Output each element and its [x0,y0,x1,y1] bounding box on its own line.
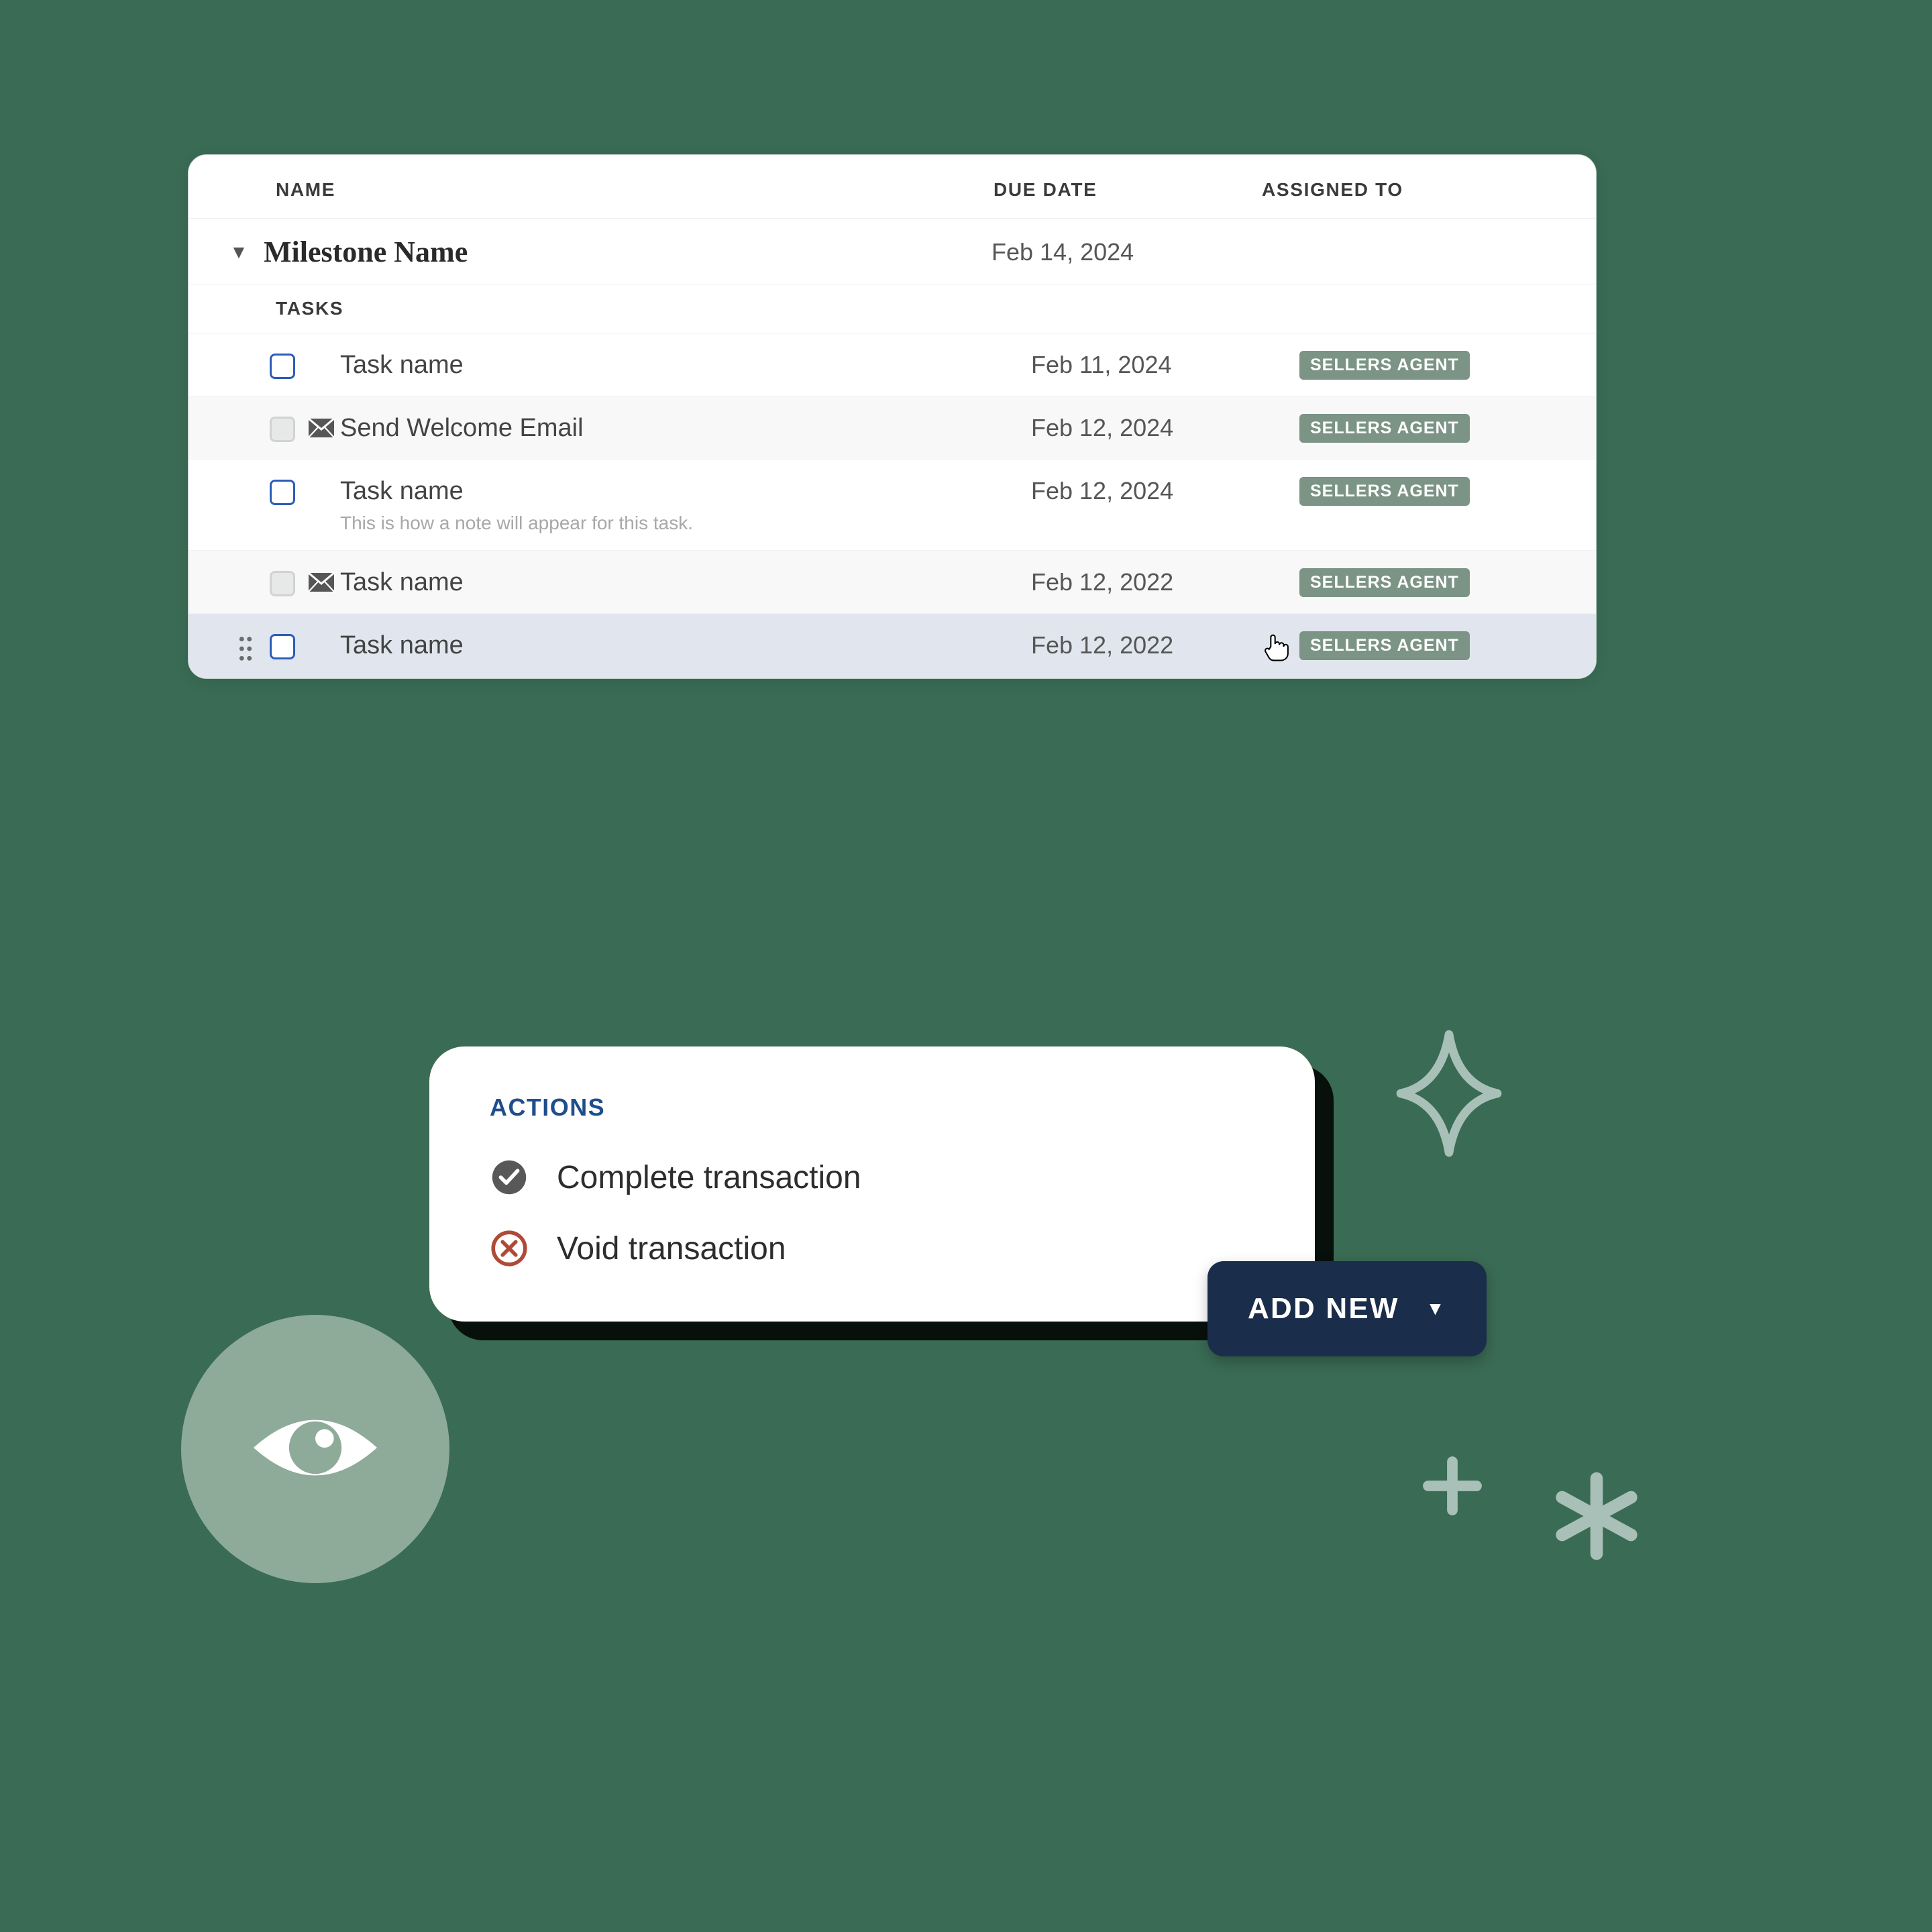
task-due-date: Feb 12, 2022 [1031,567,1299,596]
milestone-name: Milestone Name [264,235,991,269]
assignee-badge[interactable]: SELLERS AGENT [1299,414,1470,443]
column-header-due[interactable]: DUE DATE [994,179,1262,201]
task-due-date: Feb 12, 2022 [1031,630,1299,659]
void-transaction-action[interactable]: Void transaction [490,1229,1254,1268]
task-row[interactable]: Task nameFeb 12, 2022SELLERS AGENT [189,614,1596,678]
plus-icon [1422,1456,1483,1519]
add-new-label: ADD NEW [1248,1292,1399,1326]
tasks-header-row: NAME DUE DATE ASSIGNED TO [189,155,1596,219]
email-icon [303,567,340,592]
task-name: Task name [340,477,1031,506]
sparkle-icon [1395,1026,1503,1164]
task-name: Send Welcome Email [340,414,1031,443]
task-row[interactable]: Send Welcome EmailFeb 12, 2024SELLERS AG… [189,396,1596,460]
assignee-badge[interactable]: SELLERS AGENT [1299,351,1470,380]
task-checkbox[interactable] [270,571,295,596]
email-icon [303,413,340,438]
actions-card: ACTIONS Complete transaction Void transac… [429,1046,1315,1322]
assignee-badge[interactable]: SELLERS AGENT [1299,477,1470,506]
eye-icon [238,1371,392,1528]
complete-transaction-action[interactable]: Complete transaction [490,1158,1254,1197]
task-due-date: Feb 12, 2024 [1031,413,1299,442]
task-name: Task name [340,351,1031,380]
drag-handle-icon[interactable] [229,630,262,662]
task-name: Task name [340,568,1031,597]
column-header-name[interactable]: NAME [229,179,994,201]
task-row[interactable]: Task nameFeb 11, 2024SELLERS AGENT [189,333,1596,396]
assignee-badge[interactable]: SELLERS AGENT [1299,631,1470,660]
task-note: This is how a note will appear for this … [340,513,1031,534]
eye-badge [181,1315,449,1583]
chevron-down-icon: ▼ [1426,1298,1446,1320]
add-new-button[interactable]: ADD NEW ▼ [1208,1261,1487,1356]
milestone-due-date: Feb 14, 2024 [991,238,1134,266]
check-circle-icon [490,1158,529,1197]
milestone-row[interactable]: ▼ Milestone Name Feb 14, 2024 [189,219,1596,284]
tasks-subheading: TASKS [189,284,1596,333]
assignee-badge[interactable]: SELLERS AGENT [1299,568,1470,597]
task-due-date: Feb 12, 2024 [1031,476,1299,505]
task-checkbox[interactable] [270,480,295,505]
task-row[interactable]: Task name This is how a note will appear … [189,460,1596,551]
tasks-panel: NAME DUE DATE ASSIGNED TO ▼ Milestone Na… [188,154,1597,679]
task-name: Task name [340,631,1031,660]
x-circle-icon [490,1229,529,1268]
task-row[interactable]: Task nameFeb 12, 2022SELLERS AGENT [189,551,1596,614]
asterisk-icon [1550,1469,1644,1566]
actions-heading: ACTIONS [490,1093,1254,1122]
task-checkbox[interactable] [270,417,295,442]
chevron-down-icon[interactable]: ▼ [229,241,249,263]
task-due-date: Feb 11, 2024 [1031,350,1299,379]
action-label: Void transaction [557,1230,786,1267]
task-checkbox[interactable] [270,354,295,379]
action-label: Complete transaction [557,1159,861,1196]
column-header-assigned[interactable]: ASSIGNED TO [1262,179,1556,201]
pointer-cursor-icon [1262,631,1290,665]
task-checkbox[interactable] [270,634,295,659]
